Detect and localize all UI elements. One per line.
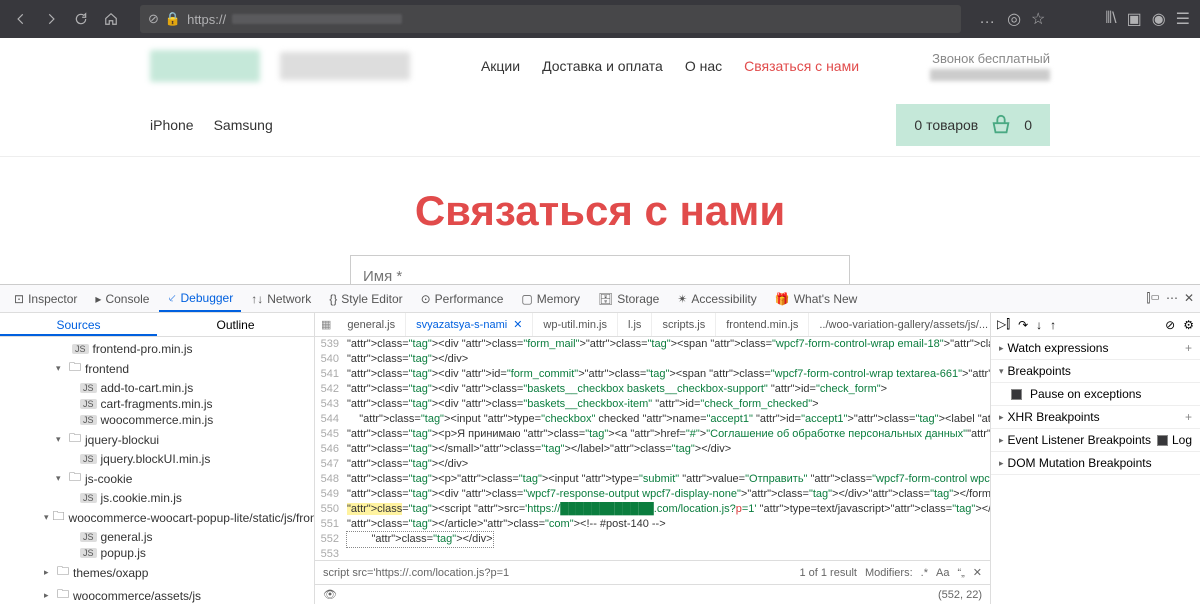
subnav-samsung[interactable]: Samsung xyxy=(214,117,273,133)
step-in-icon[interactable]: ↓ xyxy=(1036,318,1042,332)
file-tab[interactable]: general.js xyxy=(337,313,406,336)
search-close-icon[interactable]: ✕ xyxy=(973,566,982,579)
file-tab[interactable]: wp-util.min.js xyxy=(533,313,618,336)
cart-items-label: 0 товаров xyxy=(914,117,978,133)
search-modifiers: Modifiers: xyxy=(865,567,913,579)
tree-file[interactable]: JScart-fragments.min.js xyxy=(0,396,314,412)
search-query: script src='https://.com/location.js?p=1 xyxy=(323,567,509,579)
call-label: Звонок бесплатный xyxy=(930,51,1050,66)
nav-promos[interactable]: Акции xyxy=(481,58,520,74)
tree-folder[interactable]: ▸🗀themes/oxapp xyxy=(0,561,314,584)
code-area[interactable]: 539"attr">class="tag"><div "attr">class=… xyxy=(315,337,990,560)
star-icon[interactable]: ☆ xyxy=(1031,9,1045,29)
name-input[interactable] xyxy=(350,255,850,284)
page-title: Связаться с нами xyxy=(0,187,1200,235)
resume-icon[interactable]: ▷⫿ xyxy=(997,317,1010,332)
cart-badge[interactable]: 0 товаров 0 xyxy=(896,104,1050,146)
outline-tab[interactable]: Outline xyxy=(157,313,314,336)
file-tab[interactable]: scripts.js xyxy=(652,313,716,336)
call-info: Звонок бесплатный xyxy=(930,51,1050,81)
tree-folder[interactable]: ▾🗀jquery-blockui xyxy=(0,428,314,451)
deactivate-icon[interactable]: ⊘ xyxy=(1165,318,1175,332)
tab-inspector[interactable]: ⊡ Inspector xyxy=(6,288,85,310)
logo-2 xyxy=(280,52,410,80)
case-toggle[interactable]: Aa xyxy=(936,567,949,579)
tree-file[interactable]: JSjquery.blockUI.min.js xyxy=(0,451,314,467)
library-icon[interactable]: ⫴\ xyxy=(1105,10,1116,28)
file-tab[interactable]: svyazatsya-s-nami ✕ xyxy=(406,313,533,336)
tab-storage[interactable]: 🗄 Storage xyxy=(590,288,667,310)
tree-folder[interactable]: ▾🗀woocommerce-woocart-popup-lite/static/… xyxy=(0,506,314,529)
tree-file[interactable]: JSadd-to-cart.min.js xyxy=(0,380,314,396)
tree-file[interactable]: JSpopup.js xyxy=(0,545,314,561)
settings-icon[interactable]: ⚙ xyxy=(1183,318,1194,332)
tree-folder[interactable]: ▸🗀woocommerce/assets/js xyxy=(0,584,314,604)
more-icon[interactable]: … xyxy=(979,10,997,28)
phone-hidden xyxy=(930,69,1050,81)
back-button[interactable] xyxy=(10,8,32,30)
url-bar[interactable]: ⊘ 🔒 https:// xyxy=(140,5,961,33)
file-tab[interactable]: ../woo-variation-gallery/assets/js/... xyxy=(809,313,990,336)
tab-accessibility[interactable]: ✴ Accessibility xyxy=(669,288,764,310)
tree-folder[interactable]: ▾🗀frontend xyxy=(0,357,314,380)
tree-file[interactable]: JSwoocommerce.min.js xyxy=(0,412,314,428)
nav-delivery[interactable]: Доставка и оплата xyxy=(542,58,663,74)
responsive-icon[interactable]: ⫿▭ xyxy=(1146,291,1159,306)
reload-button[interactable] xyxy=(70,8,92,30)
sidebar-icon[interactable]: ▣ xyxy=(1127,9,1142,29)
close-icon[interactable]: ✕ xyxy=(513,318,522,331)
event-section[interactable]: ▸Event Listener BreakpointsLog xyxy=(991,429,1200,452)
tab-memory[interactable]: ▢ Memory xyxy=(513,288,588,310)
file-tab[interactable]: frontend.min.js xyxy=(716,313,809,336)
dt-more-icon[interactable]: ⋯ xyxy=(1166,291,1178,306)
eye-icon[interactable]: 👁 xyxy=(323,588,337,601)
step-over-icon[interactable]: ↷ xyxy=(1018,318,1028,332)
sources-tab[interactable]: Sources xyxy=(0,313,157,336)
file-tab[interactable]: l.js xyxy=(618,313,652,336)
tab-network[interactable]: ↑↓ Network xyxy=(243,288,319,310)
tab-debugger[interactable]: ⸔ Debugger xyxy=(159,285,241,312)
file-tree[interactable]: JSfrontend-pro.min.js▾🗀frontendJSadd-to-… xyxy=(0,337,314,604)
dom-section[interactable]: ▸DOM Mutation Breakpoints xyxy=(991,452,1200,475)
cart-count: 0 xyxy=(1024,117,1032,133)
reader-icon[interactable]: ◎ xyxy=(1007,9,1021,29)
file-home-icon[interactable]: ▦ xyxy=(315,318,337,331)
breakpoints-section[interactable]: ▾Breakpoints xyxy=(991,360,1200,383)
forward-button[interactable] xyxy=(40,8,62,30)
tab-performance[interactable]: ⊙ Performance xyxy=(413,288,512,310)
account-icon[interactable]: ◉ xyxy=(1152,9,1166,29)
tree-file[interactable]: JSfrontend-pro.min.js xyxy=(0,341,314,357)
xhr-section[interactable]: ▸XHR Breakpoints+ xyxy=(991,406,1200,429)
tab-style[interactable]: {} Style Editor xyxy=(321,288,410,310)
code-search-bar[interactable]: script src='https://.com/location.js?p=1… xyxy=(315,560,990,584)
tree-file[interactable]: JSgeneral.js xyxy=(0,529,314,545)
pause-exceptions[interactable]: Pause on exceptions xyxy=(991,383,1200,406)
tab-console[interactable]: ▸ Console xyxy=(87,288,157,310)
tree-folder[interactable]: ▾🗀js-cookie xyxy=(0,467,314,490)
url-text: https:// xyxy=(187,12,226,27)
url-hidden xyxy=(232,14,402,24)
shield-icon: ⊘ xyxy=(148,11,159,27)
word-toggle[interactable]: “„ xyxy=(957,567,964,579)
subnav-iphone[interactable]: iPhone xyxy=(150,117,194,133)
lock-icon: 🔒 xyxy=(165,11,181,27)
nav-about[interactable]: О нас xyxy=(685,58,722,74)
main-nav: Акции Доставка и оплата О нас Связаться … xyxy=(481,58,859,74)
cursor-position: (552, 22) xyxy=(938,589,982,601)
regex-toggle[interactable]: .* xyxy=(921,567,928,579)
watch-section[interactable]: ▸Watch expressions+ xyxy=(991,337,1200,360)
nav-contact[interactable]: Связаться с нами xyxy=(744,58,859,74)
dt-close-icon[interactable]: ✕ xyxy=(1184,291,1194,306)
logo-1 xyxy=(150,50,260,82)
home-button[interactable] xyxy=(100,8,122,30)
tree-file[interactable]: JSjs.cookie.min.js xyxy=(0,490,314,506)
menu-icon[interactable]: ☰ xyxy=(1176,9,1190,29)
basket-icon xyxy=(990,114,1012,136)
tab-whatsnew[interactable]: 🎁 What's New xyxy=(767,288,866,310)
search-result: 1 of 1 result xyxy=(799,567,856,579)
step-out-icon[interactable]: ↑ xyxy=(1050,318,1056,332)
